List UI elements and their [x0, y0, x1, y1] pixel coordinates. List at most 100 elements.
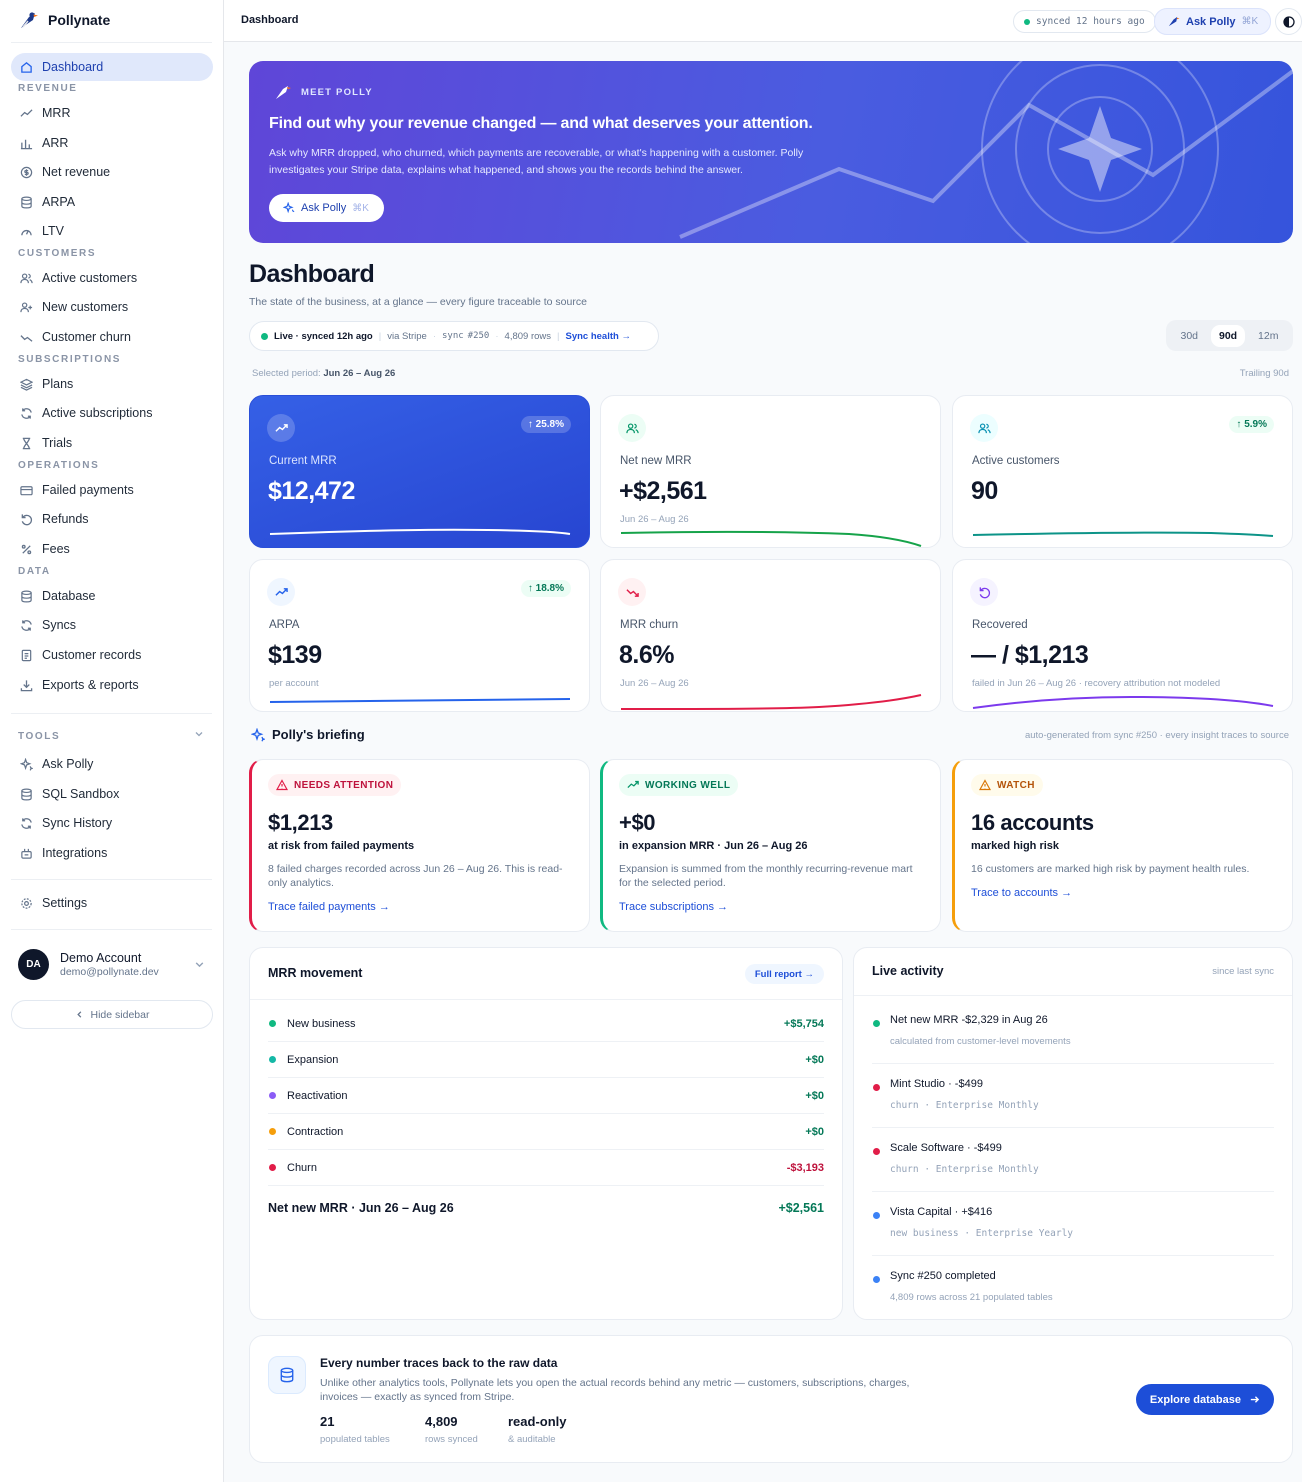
sidebar-item-database[interactable]: Database [11, 582, 213, 610]
full-report-button[interactable]: Full report → [744, 964, 824, 984]
sidebar-item-label: SQL Sandbox [42, 787, 120, 801]
sidebar-item-failed-payments[interactable]: Failed payments [11, 476, 213, 504]
row-count: 4,809 rows [504, 330, 552, 342]
sidebar-item-dashboard[interactable]: Dashboard [11, 53, 213, 81]
theme-toggle-button[interactable] [1275, 8, 1302, 35]
activity-dot [873, 1276, 880, 1283]
sidebar-item-new-customers[interactable]: New customers [11, 293, 213, 321]
kpi-card-arpa[interactable]: ↑ 18.8% ARPA $139 per account [249, 559, 590, 712]
sidebar-item-refunds[interactable]: Refunds [11, 505, 213, 533]
trailing-label: Trailing 90d [1239, 368, 1289, 379]
hide-sidebar-button[interactable]: Hide sidebar [11, 1000, 213, 1029]
kpi-sparkline [972, 695, 1274, 709]
movement-label: Churn [287, 1161, 317, 1174]
status-badge-label: NEEDS ATTENTION [294, 779, 394, 791]
sidebar-item-customer-churn[interactable]: Customer churn [11, 323, 213, 351]
sidebar-item-plans[interactable]: Plans [11, 370, 213, 398]
puffin-logo-icon [21, 12, 38, 28]
sidebar-item-sync-history[interactable]: Sync History [11, 809, 213, 837]
trend-down-icon [19, 330, 33, 344]
sidebar-item-mrr[interactable]: MRR [11, 99, 213, 127]
chevron-left-icon [75, 1010, 84, 1019]
undo-icon [19, 512, 33, 526]
activity-item[interactable]: Vista Capital · +$416 new business · Ente… [872, 1192, 1274, 1256]
briefing-card-watch[interactable]: WATCH 16 accounts marked high risk 16 cu… [952, 759, 1293, 932]
kpi-card-current-mrr[interactable]: ↑ 25.8% Current MRR $12,472 [249, 395, 590, 548]
kpi-sparkline [269, 528, 571, 535]
sidebar-item-exports-reports[interactable]: Exports & reports [11, 671, 213, 699]
trace-to-accounts-link[interactable]: Trace to accounts → [971, 887, 1072, 899]
trace-subscriptions-link[interactable]: Trace subscriptions → [619, 901, 728, 913]
sidebar-item-label: Syncs [42, 618, 77, 632]
sidebar-item-active-subscriptions[interactable]: Active subscriptions [11, 399, 213, 427]
briefing-card-needs-attention[interactable]: NEEDS ATTENTION $1,213 at risk from fail… [249, 759, 590, 932]
activity-dot [873, 1148, 880, 1155]
activity-item[interactable]: Mint Studio · -$499 churn · Enterprise Mo… [872, 1064, 1274, 1128]
briefing-card-working-well[interactable]: WORKING WELL +$0 in expansion MRR · Jun … [600, 759, 941, 932]
sidebar-item-customer-records[interactable]: Customer records [11, 641, 213, 669]
explore-database-button[interactable]: Explore database [1135, 1384, 1274, 1415]
movement-row-new-business: New business +$5,754 [268, 1006, 824, 1042]
brand-name: Pollynate [48, 12, 111, 28]
kpi-sub: failed in Jun 26 – Aug 26 · recovery att… [972, 678, 1221, 689]
warning-icon [979, 779, 991, 791]
kpi-card-net-new-mrr[interactable]: Net new MRR +$2,561 Jun 26 – Aug 26 [600, 395, 941, 548]
legend-dot [269, 1020, 276, 1027]
kpi-sub: per account [269, 678, 319, 689]
plug-icon [19, 846, 33, 860]
ask-polly-button[interactable]: Ask Polly ⌘K [1154, 8, 1272, 35]
sidebar-item-label: Integrations [42, 846, 108, 860]
sidebar-item-sql-sandbox[interactable]: SQL Sandbox [11, 780, 213, 808]
range-option-90d[interactable]: 90d [1210, 324, 1246, 347]
activity-item[interactable]: Net new MRR -$2,329 in Aug 26 calculated … [872, 1000, 1274, 1064]
range-option-12m[interactable]: 12m [1250, 325, 1286, 347]
hourglass-icon [19, 436, 33, 450]
sidebar: Pollynate Dashboard REVENUE MRR ARR Net … [0, 0, 224, 1482]
shortcut-hint: ⌘K [352, 202, 369, 214]
gear-icon [19, 896, 33, 910]
trace-failed-payments-link[interactable]: Trace failed payments → [268, 901, 390, 913]
sync-id: #250 [467, 331, 490, 341]
activity-item[interactable]: Sync #250 completed 4,809 rows across 21 … [872, 1256, 1274, 1320]
kpi-badge: ↑ 18.8% [520, 580, 571, 597]
kpi-badge: ↑ 25.8% [520, 416, 571, 433]
brand[interactable]: Pollynate [17, 9, 110, 31]
sync-health-link[interactable]: Sync health → [565, 331, 630, 342]
section-tools: TOOLS [18, 731, 61, 742]
sidebar-item-ltv[interactable]: LTV [11, 217, 213, 245]
sidebar-item-integrations[interactable]: Integrations [11, 839, 213, 867]
movement-amount: +$0 [805, 1053, 824, 1066]
sidebar-item-active-customers[interactable]: Active customers [11, 264, 213, 292]
sidebar-item-label: LTV [42, 224, 64, 238]
section-customers: CUSTOMERS [18, 248, 97, 259]
range-option-30d[interactable]: 30d [1172, 325, 1206, 347]
sidebar-item-settings[interactable]: Settings [11, 889, 213, 917]
briefing-subtitle: at risk from failed payments [268, 840, 415, 852]
movement-label: Contraction [287, 1125, 344, 1138]
database-icon [19, 787, 33, 801]
banner-ask-polly-button[interactable]: Ask Polly ⌘K [269, 194, 384, 222]
kpi-label: Recovered [972, 619, 1028, 631]
activity-item[interactable]: Scale Software · -$499 churn · Enterprise… [872, 1128, 1274, 1192]
sidebar-item-label: Customer records [42, 648, 142, 662]
sidebar-item-ask-polly[interactable]: Ask Polly [11, 750, 213, 778]
sidebar-item-net-revenue[interactable]: Net revenue [11, 158, 213, 186]
sidebar-item-arpa[interactable]: ARPA [11, 188, 213, 216]
sidebar-item-label: MRR [42, 106, 71, 120]
account-switcher[interactable]: DA Demo Account demo@pollynate.dev [11, 940, 213, 988]
kpi-value: — / $1,213 [971, 641, 1089, 669]
briefing-title: Polly's briefing [272, 727, 365, 742]
page-title: Dashboard [249, 260, 375, 288]
sidebar-item-arr[interactable]: ARR [11, 129, 213, 157]
stat-label: rows synced [425, 1434, 478, 1445]
sidebar-item-syncs[interactable]: Syncs [11, 611, 213, 639]
sidebar-item-trials[interactable]: Trials [11, 429, 213, 457]
shortcut-hint: ⌘K [1241, 16, 1259, 27]
kpi-card-mrr-churn[interactable]: MRR churn 8.6% Jun 26 – Aug 26 [600, 559, 941, 712]
half-circle-icon [1282, 15, 1295, 28]
kpi-label: Current MRR [269, 455, 337, 467]
kpi-card-active-customers[interactable]: ↑ 5.9% Active customers 90 [952, 395, 1293, 548]
kpi-card-recovered[interactable]: Recovered — / $1,213 failed in Jun 26 – … [952, 559, 1293, 712]
chevron-down-icon[interactable] [194, 729, 204, 739]
sidebar-item-fees[interactable]: Fees [11, 535, 213, 563]
